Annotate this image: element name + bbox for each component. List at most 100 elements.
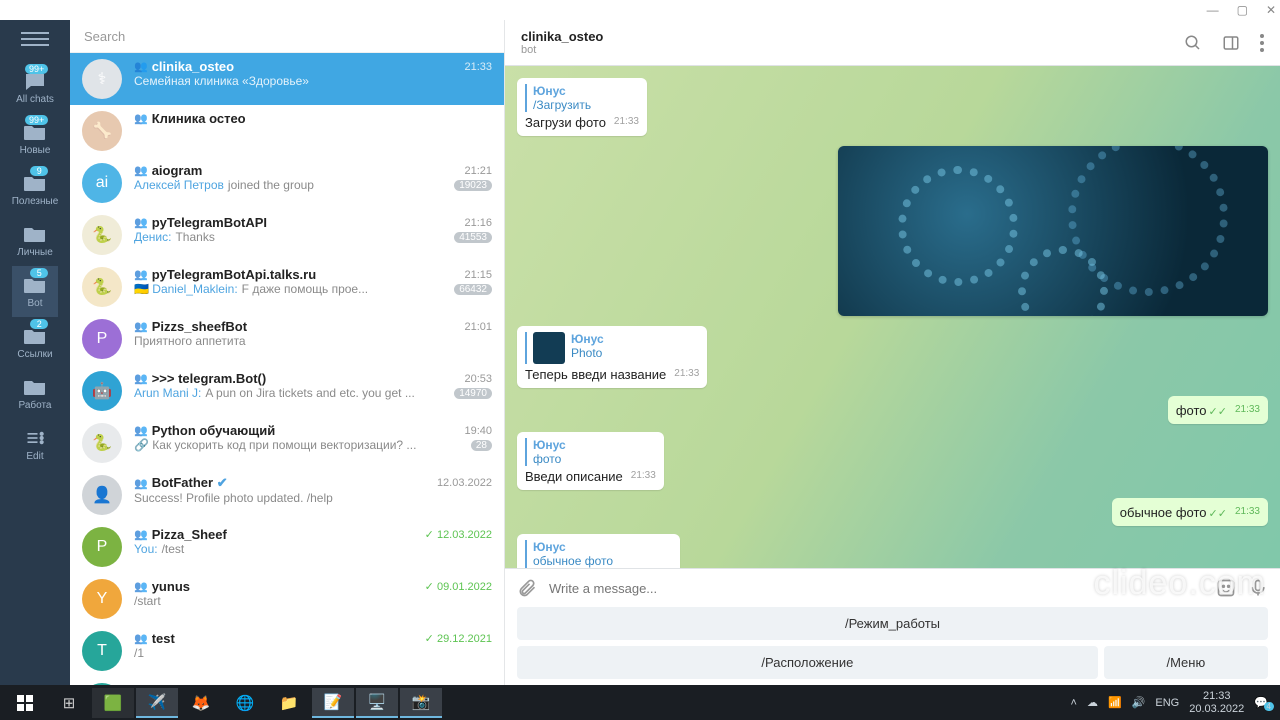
message-list[interactable]: Юнус/Загрузить Загрузи фото21:33 ЮнусPho… <box>505 66 1280 568</box>
unread-badge: 66432 <box>454 284 492 295</box>
chat-name: pyTelegramBotApi.talks.ru <box>152 267 316 282</box>
unread-badge: 41553 <box>454 232 492 243</box>
preview-text: /1 <box>134 646 144 660</box>
taskbar-app[interactable]: 📸 <box>400 688 442 718</box>
chat-list-item[interactable]: 🤖👥>>> telegram.Bot()20:53Arun Mani J: A … <box>70 365 504 417</box>
start-button[interactable] <box>4 688 46 718</box>
tray-lang[interactable]: ENG <box>1155 697 1179 709</box>
message-out[interactable]: обычное фото21:33✓✓ <box>1112 498 1268 526</box>
chat-list-item[interactable]: T👥Test_pizza_bot26.12.2021Хотите создать… <box>70 677 504 685</box>
preview-text: /test <box>162 542 185 556</box>
sidepanel-icon[interactable] <box>1222 34 1240 52</box>
chat-list-panel: Search ⚕👥clinika_osteo21:33Семейная клин… <box>70 20 505 685</box>
preview-sender: You: <box>134 542 158 556</box>
minimize-button[interactable]: — <box>1207 3 1219 17</box>
folder-badge: 99+ <box>25 115 48 125</box>
chat-list-item[interactable]: 🐍👥pyTelegramBotApi.talks.ru21:15🇺🇦 Danie… <box>70 261 504 313</box>
group-icon: 👥 <box>134 632 148 645</box>
taskbar-app[interactable]: 📝 <box>312 688 354 718</box>
tray-clock[interactable]: 21:33 20.03.2022 <box>1189 690 1244 714</box>
more-icon[interactable] <box>1260 34 1264 52</box>
chat-header[interactable]: clinika_osteo bot <box>505 20 1280 66</box>
preview-text: /start <box>134 594 161 608</box>
message-in[interactable]: ЮнусPhoto Теперь введи название21:33 <box>517 326 707 388</box>
bot-keyboard-button[interactable]: /Расположение <box>517 646 1098 679</box>
message-out[interactable]: фото21:33✓✓ <box>1168 396 1268 424</box>
chat-avatar: 🐍 <box>82 215 122 255</box>
folder-icon <box>22 427 48 449</box>
bot-keyboard-button[interactable]: /Меню <box>1104 646 1268 679</box>
main-menu-button[interactable] <box>21 28 49 50</box>
taskbar[interactable]: ⊞ 🟩 ✈️ 🦊 🌐 📁 📝 🖥️ 📸 ˄ ☁ 📶 🔊 ENG 21:33 20… <box>0 685 1280 720</box>
folder-tab-edit[interactable]: Edit <box>12 419 59 470</box>
chat-list-item[interactable]: 👤👥BotFather ✔12.03.2022Success! Profile … <box>70 469 504 521</box>
chat-list-item[interactable]: P👥Pizzs_sheefBot21:01Приятного аппетита <box>70 313 504 365</box>
maximize-button[interactable]: ▢ <box>1237 3 1248 17</box>
chat-avatar: Y <box>82 579 122 619</box>
chat-avatar: 🤖 <box>82 371 122 411</box>
message-in[interactable]: Юнусфото Введи описание21:33 <box>517 432 664 490</box>
tray-volume-icon[interactable]: 🔊 <box>1132 696 1146 709</box>
folder-tab-полезные[interactable]: Полезные9 <box>12 164 59 215</box>
tray-cloud-icon[interactable]: ☁ <box>1087 696 1098 709</box>
folder-tab-личные[interactable]: Личные <box>12 215 59 266</box>
group-icon: 👥 <box>134 372 148 385</box>
preview-text: Success! Profile photo updated. /help <box>134 491 333 505</box>
chat-list-item[interactable]: T👥test✓ 29.12.2021/1 <box>70 625 504 677</box>
chat-list-item[interactable]: ai👥aiogram21:21Алексей Петров joined the… <box>70 157 504 209</box>
message-image[interactable] <box>838 146 1268 316</box>
folder-tab-ссылки[interactable]: Ссылки2 <box>12 317 59 368</box>
taskbar-app[interactable]: 🌐 <box>224 688 266 718</box>
folder-tab-работа[interactable]: Работа <box>12 368 59 419</box>
check-icon: ✓ 29.12.2021 <box>425 632 492 645</box>
search-icon[interactable] <box>1184 34 1202 52</box>
attach-icon[interactable] <box>517 578 537 598</box>
tray-chevron-icon[interactable]: ˄ <box>1071 697 1077 709</box>
unread-badge: 14970 <box>454 388 492 399</box>
folder-tab-all chats[interactable]: All chats99+ <box>12 62 59 113</box>
group-icon: 👥 <box>134 424 148 437</box>
tray-notifications[interactable]: 💬4 <box>1254 696 1268 709</box>
chat-list-item[interactable]: ⚕👥clinika_osteo21:33Семейная клиника «Зд… <box>70 53 504 105</box>
chat-name: Test_pizza_bot <box>152 683 244 685</box>
close-button[interactable]: ✕ <box>1266 3 1276 17</box>
message-time: 21:33 <box>631 470 656 481</box>
preview-sender: 🇺🇦 Daniel_Maklein: <box>134 282 238 296</box>
tray-wifi-icon[interactable]: 📶 <box>1108 696 1122 709</box>
chat-avatar: 🐍 <box>82 267 122 307</box>
taskbar-app[interactable]: 🦊 <box>180 688 222 718</box>
chat-name: BotFather ✔ <box>152 475 228 491</box>
folder-tab-новые[interactable]: Новые99+ <box>12 113 59 164</box>
chat-name: aiogram <box>152 163 203 178</box>
preview-text: Thanks <box>175 230 214 244</box>
group-icon: 👥 <box>134 60 148 73</box>
reply-name: Юнус <box>533 540 672 554</box>
folder-sidebar: All chats99+Новые99+Полезные9ЛичныеBot5С… <box>0 20 70 685</box>
preview-text: Приятного аппетита <box>134 334 246 348</box>
chat-avatar: 👤 <box>82 475 122 515</box>
message-text: Загрузи фото <box>525 115 606 130</box>
chat-list-item[interactable]: 🐍👥pyTelegramBotAPI21:16Денис: Thanks4155… <box>70 209 504 261</box>
search-input[interactable]: Search <box>70 20 504 53</box>
chat-name: Pizzs_sheefBot <box>152 319 247 334</box>
taskbar-app[interactable]: ✈️ <box>136 688 178 718</box>
chat-list-item[interactable]: Y👥yunus✓ 09.01.2022/start <box>70 573 504 625</box>
message-in[interactable]: Юнусобычное фото Теперь укажи цену21:33 <box>517 534 680 568</box>
read-tick-icon: ✓✓ <box>1209 406 1227 418</box>
group-icon: 👥 <box>134 164 148 177</box>
bot-keyboard-button[interactable]: /Режим_работы <box>517 607 1268 640</box>
taskbar-app[interactable]: 🟩 <box>92 688 134 718</box>
chat-subtitle: bot <box>521 44 603 56</box>
message-in[interactable]: Юнус/Загрузить Загрузи фото21:33 <box>517 78 647 136</box>
folder-tab-bot[interactable]: Bot5 <box>12 266 59 317</box>
reply-text: обычное фото <box>533 554 672 568</box>
taskbar-app[interactable]: 🖥️ <box>356 688 398 718</box>
chat-time: 21:33 <box>464 61 492 73</box>
taskbar-app[interactable]: 📁 <box>268 688 310 718</box>
chat-list-item[interactable]: P👥Pizza_Sheef✓ 12.03.2022You: /test <box>70 521 504 573</box>
chat-list-item[interactable]: 🐍👥Python обучающий19:40🔗 Как ускорить ко… <box>70 417 504 469</box>
folder-badge: 2 <box>30 319 48 329</box>
chat-time: 20:53 <box>464 373 492 385</box>
taskview-button[interactable]: ⊞ <box>48 688 90 718</box>
chat-list-item[interactable]: 🦴👥Клиника остео <box>70 105 504 157</box>
